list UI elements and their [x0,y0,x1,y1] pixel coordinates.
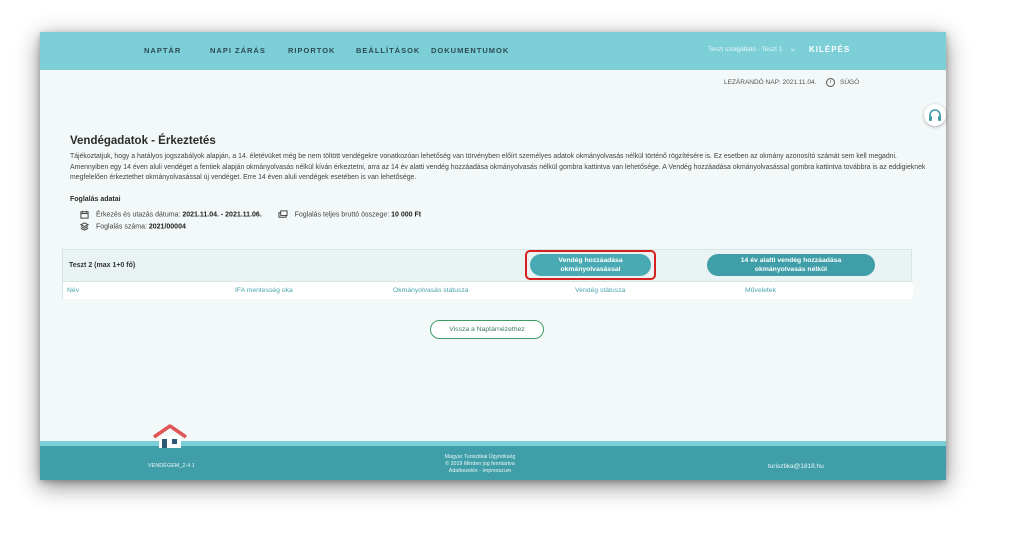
add-minor-guest-line1: 14 év alatti vendég hozzáadása [740,257,842,264]
guest-table-header: Név IFA mentesség oka Okmányolvasás stát… [63,281,913,299]
nav-item-calendar[interactable]: NAPTÁR [144,46,181,55]
app-window: NAPTÁR NAPI ZÁRÁS RIPORTOK BEÁLLÍTÁSOK D… [40,32,946,480]
add-minor-guest-without-document-button[interactable]: 14 év alatti vendég hozzáadása okmányolv… [707,254,875,276]
top-navigation: NAPTÁR NAPI ZÁRÁS RIPORTOK BEÁLLÍTÁSOK D… [40,32,946,70]
number-value: 2021/00004 [148,223,186,231]
dates-value: 2021.11.04. - 2021.11.06. [182,211,262,219]
app-version: VENDÉGEM_2.4.1 [148,463,195,469]
help-link[interactable]: SÚGÓ [840,79,859,86]
nav-item-settings[interactable]: BEÁLLÍTÁSOK [356,46,420,55]
info-paragraph: Tájékoztatjuk, hogy a hatályos jogszabál… [70,153,926,181]
nav-item-daily-close[interactable]: NAPI ZÁRÁS [210,46,266,55]
info-icon[interactable]: i [826,78,835,87]
booking-section-label: Foglalás adatai [70,196,121,203]
add-guest-with-document-button[interactable]: Vendég hozzáadása okmányolvasással [530,254,651,276]
column-document-status: Okmányolvasás státusza [393,287,469,294]
number-label: Foglalás száma: [95,223,147,231]
layers-icon [80,222,89,231]
total-label: Foglalás teljes bruttó összege: [294,211,390,219]
chevron-down-icon[interactable]: ⌄ [789,43,797,54]
headset-icon [929,109,941,121]
logout-link[interactable]: KILÉPÉS [809,45,850,54]
guest-panel: Teszt 2 (max 1+0 fő) Vendég hozzáadása o… [62,249,913,299]
add-minor-guest-line2: okmányolvasás nélkül [754,266,828,273]
column-guest-status: Vendég státusza [575,287,626,294]
back-to-calendar-button[interactable]: Vissza a Naptárnézethez [430,320,544,339]
footer-email[interactable]: turisztika@1818.hu [768,463,824,470]
money-icon [278,210,288,218]
column-name: Név [67,287,80,294]
add-guest-with-document-line2: okmányolvasással [560,266,621,273]
guest-group-header: Teszt 2 (max 1+0 fő) [69,262,136,269]
footer-credits: Magyar Turisztikai Ügynökség © 2019 Mind… [420,454,540,475]
page-title: Vendégadatok - Érkeztetés [70,135,216,147]
user-selector[interactable]: Teszt szolgáltató - Teszt 1 [708,46,782,53]
booking-dates-row: Érkezés és utazás dátuma: 2021.11.04. - … [80,210,421,219]
dates-label: Érkezés és utazás dátuma: [95,211,181,219]
column-actions: Műveletek [745,287,776,294]
footer-legal-links[interactable]: Adatkezelés - Impresszum [420,468,540,475]
support-headset-button[interactable] [924,104,946,126]
total-value: 10 000 Ft [391,211,422,219]
nav-item-documents[interactable]: DOKUMENTUMOK [431,46,509,55]
add-guest-with-document-line1: Vendég hozzáadása [558,257,623,264]
house-logo-icon [153,424,187,448]
calendar-icon [80,210,89,219]
closing-day-label: LEZÁRANDÓ NAP: 2021.11.04. [724,79,817,86]
footer-copyright: © 2019 Minden jog fenntartva [445,461,515,467]
column-tax-exemption: IFA mentesség oka [235,287,293,294]
nav-item-reports[interactable]: RIPORTOK [288,46,335,55]
screenshot-stage: NAPTÁR NAPI ZÁRÁS RIPORTOK BEÁLLÍTÁSOK D… [0,0,1024,558]
footer-agency: Magyar Turisztikai Ügynökség [444,454,516,460]
booking-number-row: Foglalás száma: 2021/00004 [80,222,186,231]
